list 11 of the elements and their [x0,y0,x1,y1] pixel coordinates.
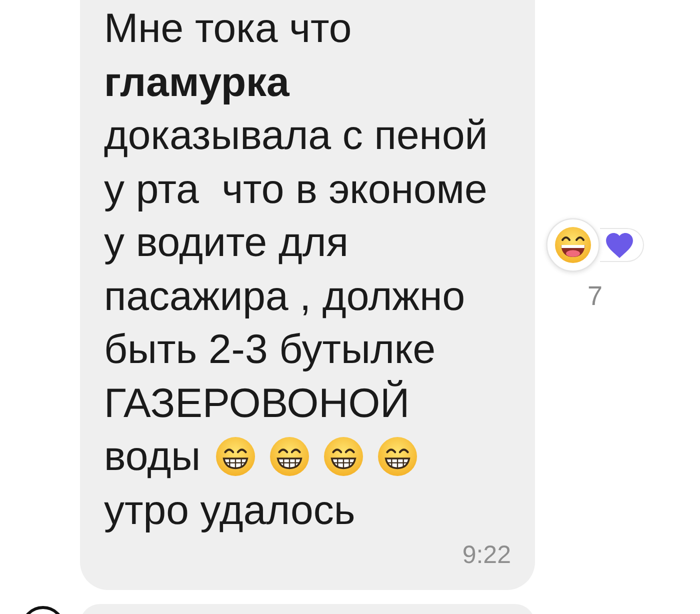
laughing-face-icon[interactable] [546,218,600,272]
message-text: утро удалось [104,486,356,534]
reaction-count: 7 [587,280,603,312]
message-text: воды [104,432,201,481]
grin-face-icon [378,437,417,476]
reaction-pill[interactable] [600,228,644,262]
message-time: 9:22 [462,540,511,570]
heart-icon [606,232,633,258]
grin-face-icon [324,437,363,476]
grin-face-icon [270,437,309,476]
grin-face-icon [216,437,255,476]
